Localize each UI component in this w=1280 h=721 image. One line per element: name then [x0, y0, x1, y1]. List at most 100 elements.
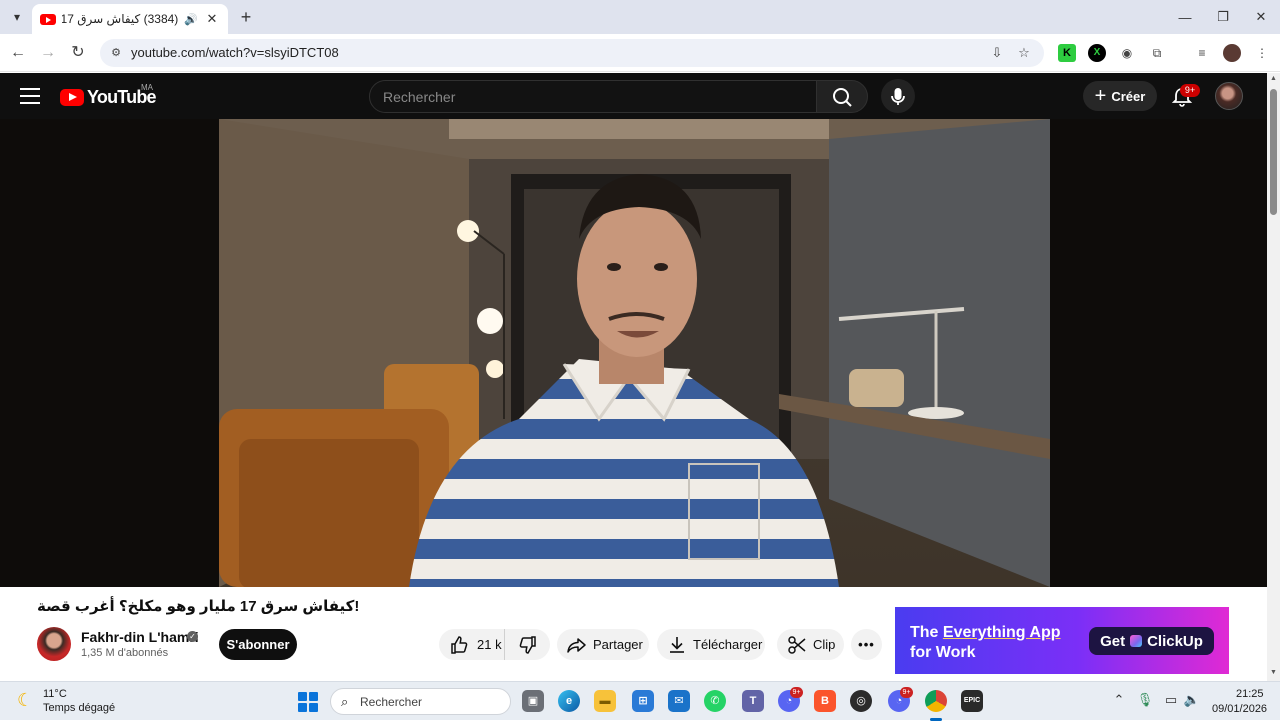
- back-arrow-icon[interactable]: ←: [6, 41, 30, 65]
- verified-check-icon: ✓: [187, 631, 198, 642]
- url-text[interactable]: youtube.com/watch?v=slsyiDTCT08: [131, 45, 339, 60]
- media-control-icon[interactable]: ≡: [1193, 44, 1211, 62]
- extension-circle-icon[interactable]: ◉: [1118, 44, 1136, 62]
- bookmark-star-icon[interactable]: ☆: [1015, 44, 1033, 62]
- browser-toolbar: ← → ↻ ⚙ youtube.com/watch?v=slsyiDTCT08 …: [0, 34, 1280, 72]
- new-tab-button[interactable]: +: [235, 6, 257, 28]
- ad-cta-brand: ClickUp: [1147, 632, 1203, 650]
- ad-line1-highlight: Everything App: [942, 624, 1061, 641]
- download-icon: [670, 636, 684, 653]
- menu-icon[interactable]: [20, 88, 40, 104]
- subscriber-count: 1,35 M d'abonnés: [81, 647, 169, 659]
- taskbar-search-placeholder: Rechercher: [360, 695, 423, 709]
- tab-title: (3384) كيفاش سرق 17 مليار: [62, 12, 179, 26]
- clickup-logo-icon: [1130, 635, 1143, 647]
- browser-tab-youtube[interactable]: (3384) كيفاش سرق 17 مليار 🔊 ✕: [32, 4, 228, 34]
- account-avatar[interactable]: [1215, 82, 1243, 110]
- microphone-icon: [891, 88, 905, 105]
- channel-avatar[interactable]: [37, 627, 71, 661]
- clock-time[interactable]: 21:25: [1236, 688, 1264, 700]
- video-title: !كيفاش سرق 17 مليار وهو مكلخ؟ أغرب قصة: [37, 598, 360, 615]
- profile-avatar-icon[interactable]: [1223, 44, 1241, 62]
- windows-start-icon[interactable]: [298, 692, 318, 712]
- reload-icon[interactable]: ↻: [66, 41, 90, 65]
- more-actions-button[interactable]: •••: [851, 629, 882, 660]
- share-arrow-icon: [567, 637, 586, 653]
- search-button[interactable]: [816, 80, 868, 113]
- chrome-icon[interactable]: [925, 690, 947, 712]
- browser-menu-icon[interactable]: ⋮: [1253, 44, 1271, 62]
- restore-button[interactable]: ❐: [1204, 0, 1242, 34]
- speaker-icon[interactable]: 🔊: [184, 13, 198, 26]
- ad-cta-button[interactable]: Get ClickUp: [1089, 627, 1214, 655]
- mail-icon[interactable]: ✉: [668, 690, 690, 712]
- site-settings-icon[interactable]: ⚙: [108, 45, 124, 61]
- share-button[interactable]: Partager: [557, 629, 649, 660]
- share-label: Partager: [593, 637, 643, 652]
- plus-icon: +: [1094, 85, 1107, 107]
- minimize-button[interactable]: —: [1166, 0, 1204, 34]
- voice-search-button[interactable]: [881, 79, 915, 113]
- region-code: MA: [141, 83, 153, 92]
- search-icon: [833, 88, 852, 107]
- microsoft-store-icon[interactable]: ⊞: [632, 690, 654, 712]
- forward-arrow-icon[interactable]: →: [36, 41, 60, 65]
- download-label: Télécharger: [693, 637, 763, 652]
- like-count: 21 k: [477, 637, 502, 652]
- tab-search-chevron-icon[interactable]: ▾: [6, 6, 28, 28]
- scissors-icon: [788, 635, 806, 654]
- dislike-button[interactable]: [505, 635, 550, 655]
- teams-icon[interactable]: T: [742, 690, 764, 712]
- thumbs-up-icon: [451, 635, 468, 654]
- discord-badge: 9+: [790, 687, 803, 698]
- like-button[interactable]: 21 k: [439, 629, 505, 660]
- scroll-thumb[interactable]: [1270, 89, 1277, 215]
- search-input[interactable]: Rechercher: [383, 89, 455, 105]
- subscribe-button[interactable]: S'abonner: [219, 629, 297, 660]
- extension-k-icon[interactable]: K: [1058, 44, 1076, 62]
- search-box[interactable]: Rechercher: [369, 80, 817, 113]
- extension-x-icon[interactable]: X: [1088, 44, 1106, 62]
- whatsapp-icon[interactable]: ✆: [704, 690, 726, 712]
- moon-icon[interactable]: ☾: [17, 690, 33, 711]
- extensions-puzzle-icon[interactable]: ⧉: [1148, 44, 1166, 62]
- video-frame: [219, 119, 1050, 587]
- clip-button[interactable]: Clip: [777, 629, 844, 660]
- clock-date[interactable]: 09/01/2026: [1212, 703, 1267, 715]
- file-explorer-icon[interactable]: ▬: [594, 690, 616, 712]
- video-player[interactable]: [219, 119, 1050, 587]
- channel-name[interactable]: Fakhr-din L'hamri: [81, 629, 199, 645]
- address-bar[interactable]: ⚙ youtube.com/watch?v=slsyiDTCT08 ⇩ ☆: [100, 39, 1044, 67]
- clickup-ad-banner[interactable]: The Everything App for Work Get ClickUp: [895, 607, 1229, 674]
- show-hidden-icons-chevron-icon[interactable]: ⌃: [1110, 692, 1128, 708]
- clip-label: Clip: [813, 637, 836, 652]
- network-icon[interactable]: ▭: [1162, 692, 1180, 708]
- install-app-icon[interactable]: ⇩: [988, 44, 1006, 62]
- youtube-logo-icon: [60, 89, 84, 106]
- volume-icon[interactable]: 🔈: [1183, 692, 1201, 708]
- notification-badge: 9+: [1180, 84, 1200, 97]
- scroll-up-arrow-icon[interactable]: ▲: [1269, 75, 1278, 82]
- weather-description[interactable]: Temps dégagé: [43, 702, 115, 714]
- edge-icon[interactable]: e: [558, 690, 580, 712]
- brave-icon[interactable]: B: [814, 690, 836, 712]
- ad-cta-get: Get: [1100, 632, 1126, 650]
- microphone-tray-icon[interactable]: 🎙: [1136, 692, 1154, 708]
- ad-line1-prefix: The: [910, 624, 943, 641]
- scroll-down-arrow-icon[interactable]: ▼: [1269, 669, 1278, 676]
- discord-canary-badge: 9+: [900, 687, 913, 698]
- tab-close-icon[interactable]: ✕: [204, 11, 220, 27]
- weather-temperature[interactable]: 11°C: [43, 688, 67, 700]
- epic-games-icon[interactable]: EPIC: [961, 690, 983, 712]
- create-button[interactable]: + Créer: [1083, 81, 1157, 111]
- obs-icon[interactable]: ◎: [850, 690, 872, 712]
- like-dislike-group: 21 k: [439, 629, 550, 660]
- youtube-favicon-icon: [40, 13, 56, 25]
- thumbs-down-icon: [519, 635, 536, 654]
- task-view-icon[interactable]: ▣: [522, 690, 544, 712]
- window-close-button[interactable]: ✕: [1242, 0, 1280, 34]
- windows-taskbar: ☾ 11°C Temps dégagé ⌕ Rechercher ▣ e ▬ ⊞…: [0, 681, 1280, 721]
- download-button[interactable]: Télécharger: [657, 629, 765, 660]
- taskbar-search[interactable]: ⌕ Rechercher: [330, 688, 511, 715]
- page-scrollbar[interactable]: ▲ ▼: [1267, 73, 1280, 681]
